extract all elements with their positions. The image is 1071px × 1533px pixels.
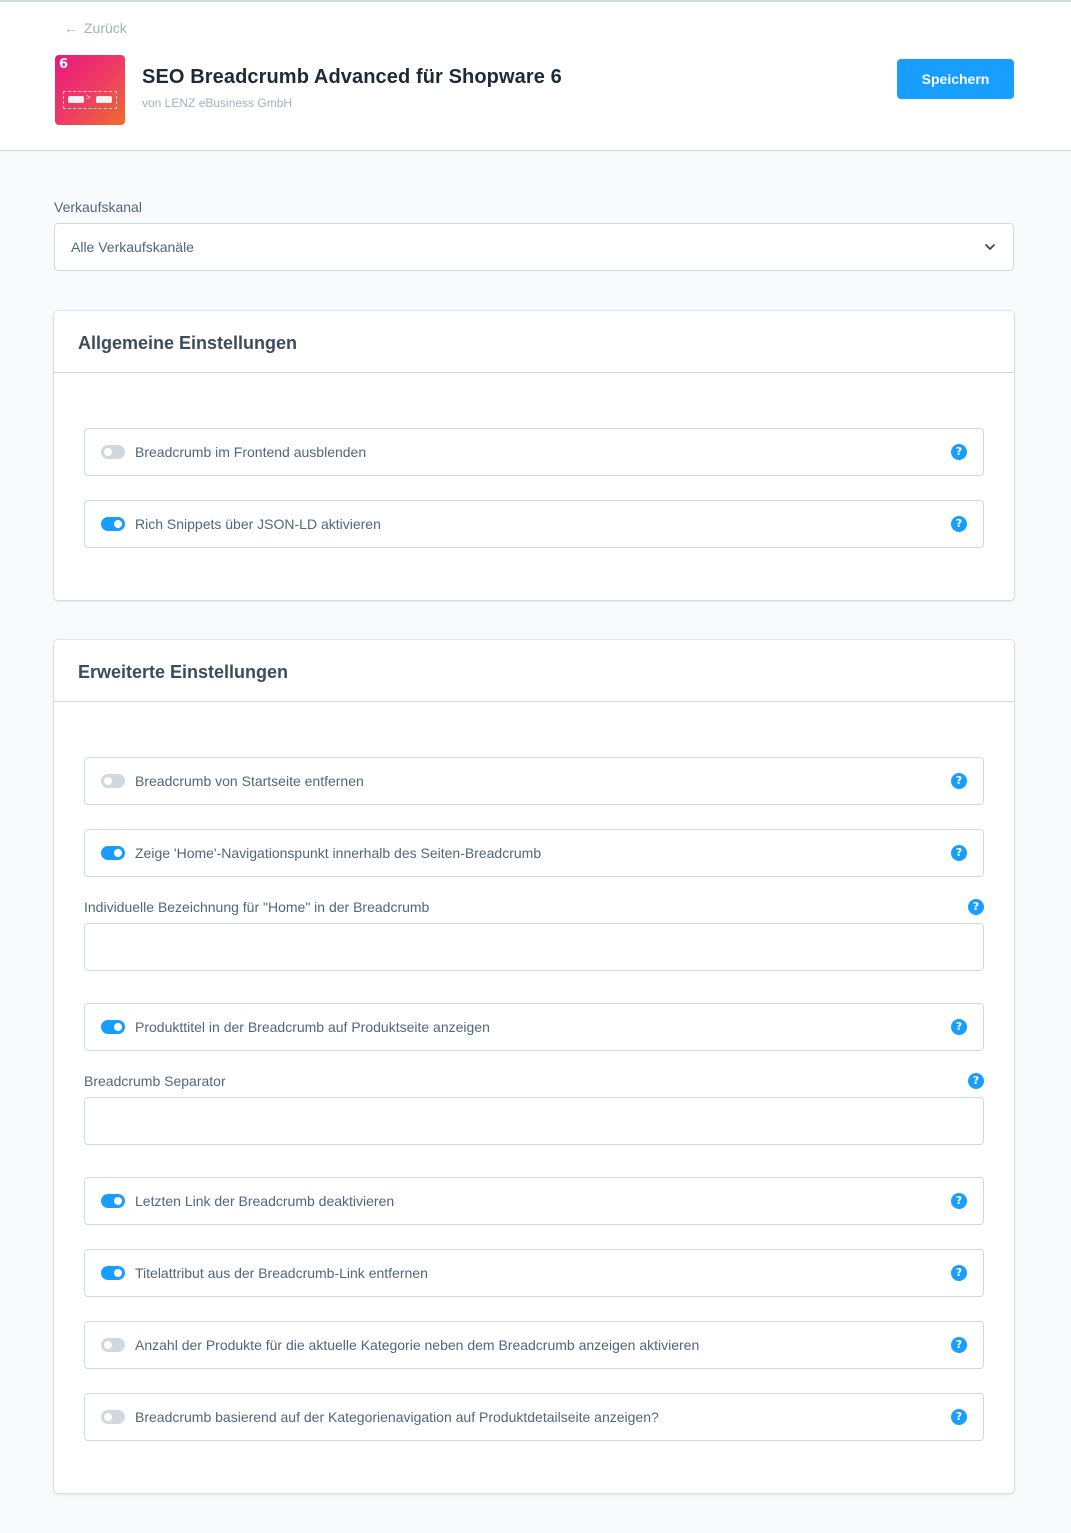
help-icon[interactable]: ?	[951, 1409, 967, 1425]
sales-channel-select[interactable]: Alle Verkaufskanäle	[54, 223, 1014, 271]
help-icon[interactable]: ?	[968, 899, 984, 915]
home-label-input[interactable]	[84, 923, 984, 971]
toggle-switch[interactable]	[101, 1410, 125, 1424]
help-icon[interactable]: ?	[951, 516, 967, 532]
help-icon[interactable]: ?	[951, 773, 967, 789]
help-icon[interactable]: ?	[968, 1073, 984, 1089]
toggle-row-category-nav[interactable]: Breadcrumb basierend auf der Kategoriena…	[84, 1393, 984, 1441]
save-button[interactable]: Speichern	[897, 59, 1014, 99]
toggle-row-remove-home[interactable]: Breadcrumb von Startseite entfernen ?	[84, 757, 984, 805]
toggle-switch[interactable]	[101, 846, 125, 860]
separator-input[interactable]	[84, 1097, 984, 1145]
toggle-label: Produkttitel in der Breadcrumb auf Produ…	[135, 1019, 490, 1035]
breadcrumb-pill-icon	[96, 96, 112, 103]
app-icon-number: 6	[59, 57, 69, 72]
advanced-settings-title: Erweiterte Einstellungen	[54, 640, 1014, 702]
breadcrumb-glyph-icon: >	[63, 91, 117, 109]
toggle-row-product-title[interactable]: Produkttitel in der Breadcrumb auf Produ…	[84, 1003, 984, 1051]
breadcrumb-separator-glyph: >	[86, 93, 91, 102]
app-icon: 6 >	[55, 55, 125, 125]
help-icon[interactable]: ?	[951, 845, 967, 861]
general-settings-title: Allgemeine Einstellungen	[54, 311, 1014, 373]
toggle-row-disable-last-link[interactable]: Letzten Link der Breadcrumb deaktivieren…	[84, 1177, 984, 1225]
advanced-settings-card: Erweiterte Einstellungen Breadcrumb von …	[54, 640, 1014, 1493]
toggle-row-product-count[interactable]: Anzahl der Produkte für die aktuelle Kat…	[84, 1321, 984, 1369]
sales-channel-label: Verkaufskanal	[54, 199, 142, 215]
toggle-label: Breadcrumb basierend auf der Kategoriena…	[135, 1409, 659, 1425]
toggle-label: Zeige 'Home'-Navigationspunkt innerhalb …	[135, 845, 542, 861]
toggle-switch[interactable]	[101, 1338, 125, 1352]
toggle-switch[interactable]	[101, 774, 125, 788]
toggle-switch[interactable]	[101, 1194, 125, 1208]
separator-field-label: Breadcrumb Separator ?	[84, 1073, 984, 1089]
help-icon[interactable]: ?	[951, 444, 967, 460]
toggle-row-remove-title-attr[interactable]: Titelattribut aus der Breadcrumb-Link en…	[84, 1249, 984, 1297]
breadcrumb-pill-icon	[68, 96, 84, 103]
toggle-label: Rich Snippets über JSON-LD aktivieren	[135, 516, 381, 532]
toggle-label: Breadcrumb im Frontend ausblenden	[135, 444, 367, 460]
back-link-label: Zurück	[84, 20, 127, 36]
toggle-switch[interactable]	[101, 1020, 125, 1034]
toggle-label: Titelattribut aus der Breadcrumb-Link en…	[135, 1265, 428, 1281]
help-icon[interactable]: ?	[951, 1019, 967, 1035]
app-vendor: von LENZ eBusiness GmbH	[142, 96, 293, 110]
field-label-text: Breadcrumb Separator	[84, 1073, 226, 1089]
toggle-row-hide-breadcrumb[interactable]: Breadcrumb im Frontend ausblenden ?	[84, 428, 984, 476]
page-header: ← Zurück 6 > SEO Breadcrumb Advanced für…	[0, 2, 1071, 151]
toggle-switch[interactable]	[101, 445, 125, 459]
help-icon[interactable]: ?	[951, 1337, 967, 1353]
general-settings-card: Allgemeine Einstellungen Breadcrumb im F…	[54, 311, 1014, 600]
arrow-left-icon: ←	[64, 20, 78, 36]
sales-channel-value: Alle Verkaufskanäle	[71, 239, 194, 255]
chevron-down-icon	[985, 244, 995, 250]
back-link[interactable]: ← Zurück	[64, 20, 127, 36]
toggle-switch[interactable]	[101, 517, 125, 531]
toggle-row-show-home[interactable]: Zeige 'Home'-Navigationspunkt innerhalb …	[84, 829, 984, 877]
field-label-text: Individuelle Bezeichnung für "Home" in d…	[84, 899, 430, 915]
help-icon[interactable]: ?	[951, 1193, 967, 1209]
page-title: SEO Breadcrumb Advanced für Shopware 6	[142, 66, 562, 88]
home-label-field-label: Individuelle Bezeichnung für "Home" in d…	[84, 899, 984, 915]
toggle-switch[interactable]	[101, 1266, 125, 1280]
toggle-label: Anzahl der Produkte für die aktuelle Kat…	[135, 1337, 700, 1353]
toggle-row-rich-snippets[interactable]: Rich Snippets über JSON-LD aktivieren ?	[84, 500, 984, 548]
toggle-label: Letzten Link der Breadcrumb deaktivieren	[135, 1193, 395, 1209]
help-icon[interactable]: ?	[951, 1265, 967, 1281]
toggle-label: Breadcrumb von Startseite entfernen	[135, 773, 364, 789]
